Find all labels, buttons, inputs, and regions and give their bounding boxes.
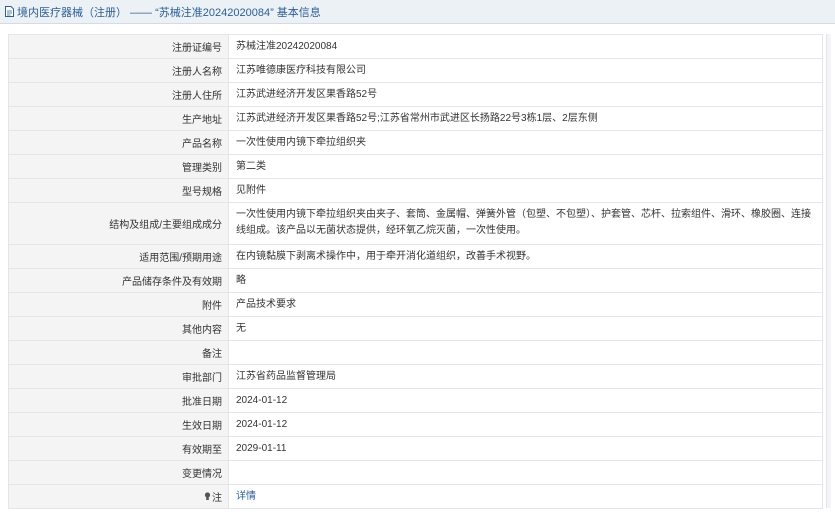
field-value: 产品技术要求 <box>236 298 296 310</box>
field-label: 产品名称 <box>9 131 229 154</box>
field-label: 批准日期 <box>9 389 229 412</box>
field-label: 型号规格 <box>9 179 229 202</box>
field-value: 江苏武进经济开发区果香路52号;江苏省常州市武进区长扬路22号3栋1层、2层东侧 <box>236 112 598 124</box>
table-row: 注册人住所 江苏武进经济开发区果香路52号 <box>9 83 822 107</box>
page-title: 境内医疗器械（注册） —— “苏械注准20242020084” 基本信息 <box>17 6 321 19</box>
field-label: 审批部门 <box>9 365 229 388</box>
field-label: 结构及组成/主要组成成分 <box>9 203 229 244</box>
field-label: 有效期至 <box>9 437 229 460</box>
field-value: 无 <box>236 322 246 334</box>
table-row: 型号规格 见附件 <box>9 179 822 203</box>
field-label: 管理类别 <box>9 155 229 178</box>
field-label: 生产地址 <box>9 107 229 130</box>
field-value: 一次性使用内镜下牵拉组织夹由夹子、套筒、金属帽、弹簧外管（包塑、不包塑）、护套管… <box>236 209 811 236</box>
details-link[interactable]: 详情 <box>236 489 256 505</box>
table-row: 管理类别 第二类 <box>9 155 822 179</box>
field-value: 在内镜黏膜下剥离术操作中，用于牵开消化道组织，改善手术视野。 <box>236 250 536 262</box>
table-row: 变更情况 <box>9 461 822 485</box>
field-value: 江苏省药品监督管理局 <box>236 370 336 382</box>
field-value <box>229 461 822 484</box>
field-label: 产品储存条件及有效期 <box>9 269 229 292</box>
field-label: 其他内容 <box>9 317 229 340</box>
table-row: 审批部门 江苏省药品监督管理局 <box>9 365 822 389</box>
field-value: 第二类 <box>236 160 266 172</box>
side-scroll-panel <box>826 34 831 508</box>
field-label: 适用范围/预期用途 <box>9 245 229 268</box>
table-row: 其他内容 无 <box>9 317 822 341</box>
note-value-cell: 详情 <box>229 485 822 508</box>
field-label: 注册人住所 <box>9 83 229 106</box>
field-value: 略 <box>236 274 246 286</box>
table-row: 注册人名称 江苏唯德康医疗科技有限公司 <box>9 59 822 83</box>
field-value: 一次性使用内镜下牵拉组织夹 <box>236 136 366 148</box>
field-value <box>229 341 822 364</box>
field-value: 2029-01-11 <box>236 442 287 454</box>
field-value: 江苏武进经济开发区果香路52号 <box>236 88 378 100</box>
detail-table: 注册证编号 苏械注准20242020084 注册人名称 江苏唯德康医疗科技有限公… <box>8 34 823 509</box>
table-row: 产品储存条件及有效期 略 <box>9 269 822 293</box>
note-label-cell: 注 <box>9 485 229 508</box>
field-label: 备注 <box>9 341 229 364</box>
field-label: 生效日期 <box>9 413 229 436</box>
table-row: 生产地址 江苏武进经济开发区果香路52号;江苏省常州市武进区长扬路22号3栋1层… <box>9 107 822 131</box>
field-label: 变更情况 <box>9 461 229 484</box>
table-row: 注册证编号 苏械注准20242020084 <box>9 35 822 59</box>
note-label: 注 <box>212 493 222 504</box>
table-row: 适用范围/预期用途 在内镜黏膜下剥离术操作中，用于牵开消化道组织，改善手术视野。 <box>9 245 822 269</box>
field-label: 附件 <box>9 293 229 316</box>
table-row-note: 注 详情 <box>9 485 822 509</box>
field-value: 2024-01-12 <box>236 418 288 430</box>
field-value: 苏械注准20242020084 <box>236 40 338 52</box>
lightbulb-icon <box>204 492 211 500</box>
page-header: 境内医疗器械（注册） —— “苏械注准20242020084” 基本信息 <box>0 0 835 24</box>
table-row: 生效日期 2024-01-12 <box>9 413 822 437</box>
table-row: 附件 产品技术要求 <box>9 293 822 317</box>
table-row: 有效期至 2029-01-11 <box>9 437 822 461</box>
field-label: 注册证编号 <box>9 35 229 58</box>
field-value: 江苏唯德康医疗科技有限公司 <box>236 64 366 76</box>
table-row: 产品名称 一次性使用内镜下牵拉组织夹 <box>9 131 822 155</box>
table-row: 批准日期 2024-01-12 <box>9 389 822 413</box>
field-value: 2024-01-12 <box>236 394 288 406</box>
table-row: 结构及组成/主要组成成分 一次性使用内镜下牵拉组织夹由夹子、套筒、金属帽、弹簧外… <box>9 203 822 245</box>
field-value: 见附件 <box>236 184 266 196</box>
table-row: 备注 <box>9 341 822 365</box>
field-label: 注册人名称 <box>9 59 229 82</box>
document-icon <box>5 6 14 17</box>
